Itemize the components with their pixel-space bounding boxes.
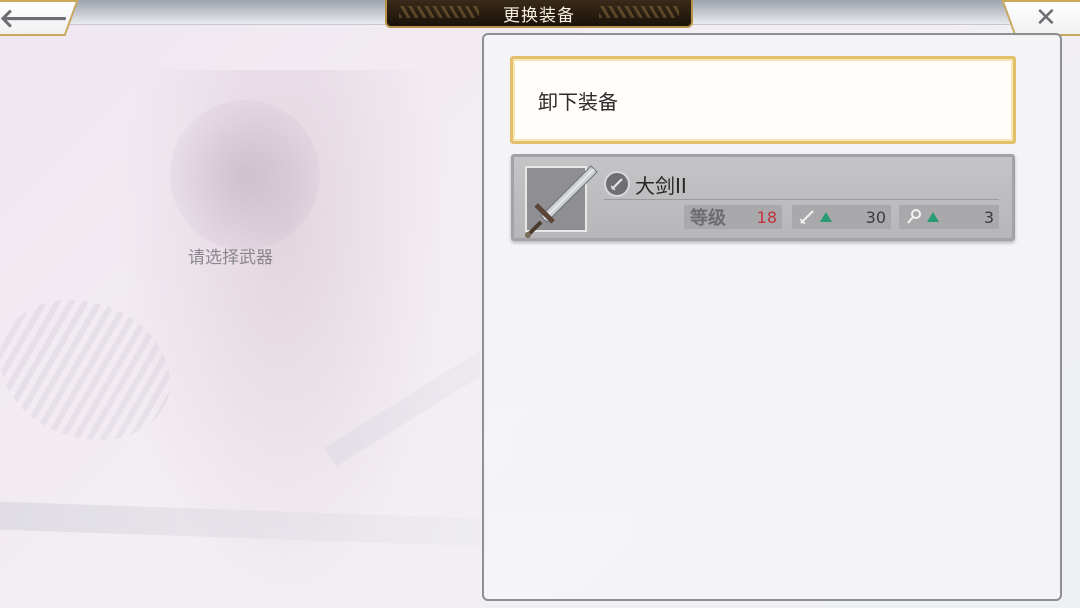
back-button[interactable]: 🡐 xyxy=(0,0,79,36)
equipment-name: 大剑II xyxy=(635,173,687,198)
skill-value: 3 xyxy=(983,207,994,227)
level-label: 等级 xyxy=(690,208,726,229)
skill-stat-icon xyxy=(907,209,921,224)
select-weapon-hint: 请选择武器 xyxy=(188,248,273,268)
unequip-button[interactable]: 卸下装备 xyxy=(510,56,1016,144)
close-icon: ✕ xyxy=(1035,3,1057,33)
character-head xyxy=(170,100,320,250)
character-illustration xyxy=(0,40,480,608)
greatsword-icon xyxy=(525,165,598,238)
page-title: 更换装备 xyxy=(385,0,693,28)
page-title-text: 更换装备 xyxy=(503,5,575,26)
sword-type-icon xyxy=(604,171,630,197)
skill-stat: 3 xyxy=(899,205,999,229)
unequip-label: 卸下装备 xyxy=(538,89,618,114)
skill-up-arrow-icon xyxy=(927,212,939,222)
attack-up-arrow-icon xyxy=(820,212,832,222)
sword-stat-icon xyxy=(799,210,814,225)
equipment-name-row: 大剑II xyxy=(604,169,999,200)
greatsword-thumbnail xyxy=(525,165,598,238)
close-button[interactable]: ✕ xyxy=(1001,0,1080,36)
level-stat: 等级 18 xyxy=(684,205,782,229)
back-arrow-icon: 🡐 xyxy=(0,3,69,34)
attack-value: 30 xyxy=(865,207,886,227)
equipment-item[interactable]: 大剑II 等级 18 30 3 xyxy=(511,154,1015,241)
attack-stat: 30 xyxy=(792,205,891,229)
level-value: 18 xyxy=(756,207,777,227)
